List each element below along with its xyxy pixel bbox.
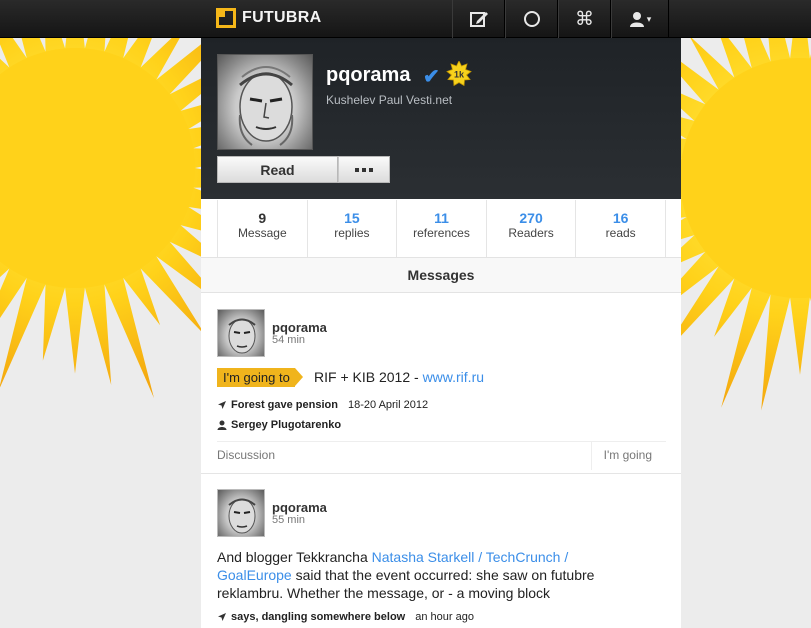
post-text-body: reklambru. Whether the message, or - a m… [217,585,551,601]
says-time: an hour ago [415,611,474,623]
event-tag: I'm going to [217,368,303,387]
avatar-face [238,66,294,146]
stat-value: 9 [258,210,267,226]
messages-header: Messages [201,257,681,293]
stat-label: Message [237,226,287,240]
karma-badge-icon: 1k [446,61,472,87]
compose-icon [469,12,488,27]
discussion-link[interactable]: Discussion [217,442,275,469]
read-button[interactable]: Read [217,156,338,183]
avatar[interactable] [217,309,265,357]
stat-references[interactable]: 11 references [397,200,487,258]
location-arrow-icon [218,401,226,409]
location-arrow-icon [218,613,226,621]
stat-label: references [413,226,470,240]
post-time[interactable]: 54 min [272,334,305,346]
profile-subtitle: Kushelev Paul Vesti.net [326,93,453,107]
post-text-body: said that the event occurred: she saw on… [291,567,595,583]
post-text: And blogger Tekkrancha Natasha Starkell … [217,548,657,602]
dot-icon [369,167,373,172]
avatar[interactable] [217,489,265,537]
post-link[interactable]: www.rif.ru [423,369,484,385]
post-link[interactable]: GoalEurope [217,567,292,583]
stat-messages[interactable]: 9 Message [218,200,308,258]
top-nav: ⌘ ▾ [452,0,669,38]
stat-label: reads [605,226,636,240]
event-location: Forest gave pension 18-20 April 2012 [217,399,428,411]
says-text[interactable]: says, dangling somewhere below [231,611,405,623]
top-bar: FUTUBRA ⌘ ▾ [0,0,811,38]
avatar-face [228,498,256,534]
person-icon [217,420,227,430]
profile-header: pqorama ✔ 1k Kushelev Paul Vesti.net Rea… [201,38,681,199]
dot-icon [355,167,359,172]
circle-icon [523,11,540,27]
circle-button[interactable] [505,0,558,38]
stat-replies[interactable]: 15 replies [308,200,398,258]
message-item: pqorama 54 min I'm going to RIF + KIB 20… [201,294,681,474]
post-actions: Discussion I'm going [217,441,666,470]
post-text-body: RIF + KIB 2012 - [314,369,423,385]
post-text: RIF + KIB 2012 - www.rif.ru [314,368,484,386]
chevron-down-icon: ▾ [646,13,652,24]
logo[interactable]: FUTUBRA [216,8,321,28]
profile-column: pqorama ✔ 1k Kushelev Paul Vesti.net Rea… [201,38,681,628]
stat-value: 11 [434,210,449,226]
post-time[interactable]: 55 min [272,514,305,526]
dot-icon [362,167,366,172]
post-author[interactable]: pqorama [272,500,327,515]
user-icon [629,12,644,27]
event-date: 18-20 April 2012 [347,399,429,411]
stat-readers[interactable]: 270 Readers [487,200,577,258]
stat-label: replies [334,226,370,240]
more-options-button[interactable] [338,156,390,183]
profile-stats: 9 Message 15 replies 11 references 270 R… [217,200,666,258]
logo-text: FUTUBRA [242,9,322,26]
message-item: pqorama 55 min And blogger Tekkrancha Na… [201,474,681,628]
post-says: says, dangling somewhere below an hour a… [217,611,474,623]
stat-value: 270 [519,210,543,226]
command-icon: ⌘ [575,8,594,30]
profile-username: pqorama [326,64,411,86]
post-text-body: And blogger Tekkrancha [217,549,372,565]
avatar[interactable] [217,54,313,150]
im-going-button[interactable]: I'm going [590,442,666,470]
stat-value: 15 [344,210,360,226]
command-button[interactable]: ⌘ [558,0,611,38]
location-name[interactable]: Forest gave pension [231,399,338,411]
post-link[interactable]: Natasha Starkell / TechCrunch / [372,549,569,565]
stat-reads[interactable]: 16 reads [576,200,665,258]
event-person: Sergey Plugotarenko [217,419,341,431]
badge-text: 1k [454,70,465,80]
stat-label: Readers [508,226,554,240]
user-menu-button[interactable]: ▾ [611,0,669,38]
verified-icon: ✔ [423,66,440,88]
stat-value: 16 [612,210,629,226]
person-name[interactable]: Sergey Plugotarenko [231,419,341,431]
avatar-face [228,318,256,354]
logo-icon [216,8,236,28]
compose-button[interactable] [452,0,505,38]
post-author[interactable]: pqorama [272,320,327,335]
